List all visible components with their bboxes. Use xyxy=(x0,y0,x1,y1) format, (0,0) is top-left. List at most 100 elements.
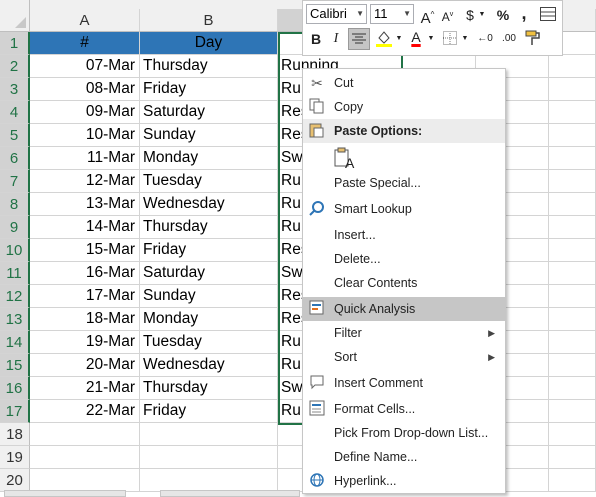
row-header[interactable]: 1 xyxy=(0,32,30,55)
decrease-decimal-button[interactable]: .00 xyxy=(498,29,520,49)
day-cell[interactable]: Friday xyxy=(140,78,278,101)
date-cell[interactable]: 21-Mar xyxy=(30,377,140,400)
day-cell[interactable]: Monday xyxy=(140,308,278,331)
increase-decimal-button[interactable]: ←0 xyxy=(474,29,496,49)
menu-item-cut[interactable]: ✂ Cut xyxy=(303,71,505,95)
row-header[interactable]: 10 xyxy=(0,239,30,262)
column-header-a[interactable]: A xyxy=(30,9,140,32)
row-header[interactable]: 4 xyxy=(0,101,30,124)
chevron-down-icon[interactable]: ▼ xyxy=(461,29,469,49)
row-header[interactable]: 7 xyxy=(0,170,30,193)
menu-item-smart-lookup[interactable]: Smart Lookup xyxy=(303,197,505,221)
cell[interactable] xyxy=(549,308,596,331)
cell[interactable] xyxy=(549,216,596,239)
decrease-font-size-button[interactable]: Av xyxy=(440,5,455,25)
menu-item-copy[interactable]: Copy xyxy=(303,95,505,119)
menu-item-filter[interactable]: Filter ▶ xyxy=(303,321,505,345)
row-header[interactable]: 11 xyxy=(0,262,30,285)
menu-item-hyperlink[interactable]: Hyperlink... xyxy=(303,469,505,493)
align-center-button[interactable] xyxy=(348,28,370,50)
cell[interactable] xyxy=(549,262,596,285)
date-cell[interactable]: 16-Mar xyxy=(30,262,140,285)
date-cell[interactable]: 20-Mar xyxy=(30,354,140,377)
percent-style-button[interactable]: % xyxy=(495,5,511,25)
day-cell[interactable]: Monday xyxy=(140,147,278,170)
cell[interactable] xyxy=(549,170,596,193)
menu-item-sort[interactable]: Sort ▶ xyxy=(303,345,505,369)
row-header[interactable]: 15 xyxy=(0,354,30,377)
row-header[interactable]: 3 xyxy=(0,78,30,101)
date-cell[interactable]: 10-Mar xyxy=(30,124,140,147)
date-cell[interactable]: 09-Mar xyxy=(30,101,140,124)
font-color-button[interactable]: A xyxy=(407,27,425,47)
cell[interactable] xyxy=(549,354,596,377)
cell[interactable] xyxy=(549,446,596,469)
date-cell[interactable]: 14-Mar xyxy=(30,216,140,239)
increase-font-size-button[interactable]: A^ xyxy=(419,5,436,27)
row-header[interactable]: 17 xyxy=(0,400,30,423)
cell[interactable] xyxy=(140,446,278,469)
cell[interactable] xyxy=(30,446,140,469)
menu-item-define-name[interactable]: Define Name... xyxy=(303,445,505,469)
menu-item-quick-analysis[interactable]: Quick Analysis xyxy=(303,297,505,321)
cell[interactable] xyxy=(30,423,140,446)
day-cell[interactable]: Wednesday xyxy=(140,193,278,216)
cell[interactable] xyxy=(549,469,596,492)
day-cell[interactable]: Sunday xyxy=(140,124,278,147)
menu-item-pick-from-list[interactable]: Pick From Drop-down List... xyxy=(303,421,505,445)
cell[interactable] xyxy=(549,331,596,354)
cell[interactable] xyxy=(549,377,596,400)
menu-item-insert[interactable]: Insert... xyxy=(303,223,505,247)
date-cell[interactable]: 13-Mar xyxy=(30,193,140,216)
comma-style-button[interactable]: , xyxy=(518,3,530,23)
fill-color-icon[interactable] xyxy=(374,29,394,49)
cell[interactable] xyxy=(30,469,140,492)
cell[interactable] xyxy=(549,78,596,101)
column-header-b[interactable]: B xyxy=(140,9,278,32)
sheet-tab-scroll[interactable] xyxy=(4,490,126,497)
day-cell[interactable]: Sunday xyxy=(140,285,278,308)
cell[interactable] xyxy=(549,285,596,308)
accounting-format-button[interactable]: $ xyxy=(463,5,477,25)
cell[interactable] xyxy=(140,423,278,446)
header-cell-b[interactable]: Day xyxy=(140,32,278,55)
date-cell[interactable]: 18-Mar xyxy=(30,308,140,331)
row-header[interactable]: 13 xyxy=(0,308,30,331)
cell[interactable] xyxy=(549,124,596,147)
cell[interactable] xyxy=(549,400,596,423)
date-cell[interactable]: 19-Mar xyxy=(30,331,140,354)
menu-item-insert-comment[interactable]: Insert Comment xyxy=(303,371,505,395)
font-name-box[interactable]: Calibri ▼ xyxy=(306,4,367,24)
date-cell[interactable]: 11-Mar xyxy=(30,147,140,170)
select-all-corner[interactable] xyxy=(0,0,30,32)
row-header[interactable]: 16 xyxy=(0,377,30,400)
row-header[interactable]: 2 xyxy=(0,55,30,78)
row-header[interactable]: 9 xyxy=(0,216,30,239)
cell[interactable] xyxy=(140,469,278,492)
row-header[interactable]: 14 xyxy=(0,331,30,354)
horizontal-scrollbar[interactable] xyxy=(160,490,300,497)
format-table-icon[interactable] xyxy=(539,6,557,26)
day-cell[interactable]: Friday xyxy=(140,400,278,423)
cell[interactable] xyxy=(549,147,596,170)
date-cell[interactable]: 08-Mar xyxy=(30,78,140,101)
day-cell[interactable]: Thursday xyxy=(140,216,278,239)
borders-icon[interactable] xyxy=(441,30,459,50)
cell[interactable] xyxy=(549,193,596,216)
date-cell[interactable]: 17-Mar xyxy=(30,285,140,308)
menu-item-format-cells[interactable]: Format Cells... xyxy=(303,397,505,421)
cell[interactable] xyxy=(549,239,596,262)
cell[interactable] xyxy=(549,55,596,78)
day-cell[interactable]: Thursday xyxy=(140,55,278,78)
italic-button[interactable]: I xyxy=(328,29,344,49)
chevron-down-icon[interactable]: ▼ xyxy=(478,5,486,25)
date-cell[interactable]: 12-Mar xyxy=(30,170,140,193)
row-header[interactable]: 6 xyxy=(0,147,30,170)
cell[interactable] xyxy=(549,101,596,124)
day-cell[interactable]: Friday xyxy=(140,239,278,262)
row-header[interactable]: 8 xyxy=(0,193,30,216)
day-cell[interactable]: Saturday xyxy=(140,101,278,124)
row-header[interactable]: 19 xyxy=(0,446,30,469)
row-header[interactable]: 20 xyxy=(0,469,30,492)
chevron-down-icon[interactable]: ▼ xyxy=(395,29,403,49)
